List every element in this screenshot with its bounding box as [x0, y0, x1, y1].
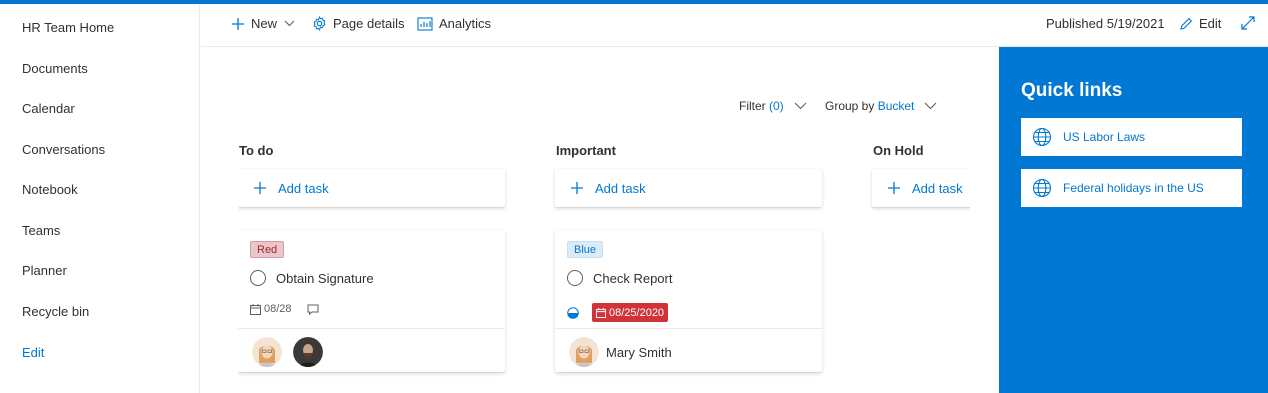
- edit-page-button[interactable]: Edit: [1179, 16, 1221, 31]
- add-task-label: Add task: [912, 180, 963, 196]
- comment-icon: [307, 304, 319, 315]
- in-progress-icon: [567, 306, 579, 319]
- page-details-button[interactable]: Page details: [312, 16, 405, 31]
- globe-icon: [1032, 127, 1052, 147]
- add-task-button[interactable]: Add task: [238, 169, 505, 207]
- plus-icon: [254, 182, 266, 194]
- bucket-title-important: Important: [556, 143, 616, 158]
- command-bar: New Page details Analytics Published 5/1…: [201, 4, 1268, 47]
- add-task-label: Add task: [595, 180, 646, 196]
- pencil-icon: [1180, 17, 1193, 30]
- nav-item-calendar[interactable]: Calendar: [22, 101, 75, 116]
- gear-icon: [313, 16, 326, 31]
- planner-web-part: Filter (0) Group by Bucket To do Importa…: [201, 48, 998, 393]
- plus-icon: [232, 17, 244, 30]
- quick-link-federal-holidays[interactable]: Federal holidays in the US: [1021, 169, 1242, 207]
- quick-link-label: Federal holidays in the US: [1063, 181, 1204, 195]
- nav-item-planner[interactable]: Planner: [22, 263, 67, 278]
- avatar[interactable]: [569, 337, 599, 367]
- calendar-icon: [250, 303, 261, 315]
- nav-item-recycle-bin[interactable]: Recycle bin: [22, 304, 89, 319]
- page-details-label: Page details: [333, 16, 405, 31]
- add-task-button[interactable]: Add task: [872, 169, 970, 207]
- bucket-title-on-hold: On Hold: [873, 143, 924, 158]
- expand-icon: [1241, 16, 1255, 30]
- assignee-name: Mary Smith: [606, 345, 672, 360]
- nav-item-conversations[interactable]: Conversations: [22, 142, 105, 157]
- task-card[interactable]: Blue Check Report 08/25/2020 Mary Smith: [555, 230, 822, 372]
- quick-link-label: US Labor Laws: [1063, 130, 1146, 144]
- add-task-label: Add task: [278, 180, 329, 196]
- nav-edit-link[interactable]: Edit: [22, 345, 44, 360]
- expand-button[interactable]: [1241, 16, 1261, 30]
- analytics-label: Analytics: [439, 16, 492, 31]
- nav-item-documents[interactable]: Documents: [22, 61, 88, 76]
- analytics-icon: [417, 16, 433, 31]
- task-title: Obtain Signature: [276, 271, 374, 286]
- plus-icon: [571, 182, 583, 194]
- nav-item-hr-team-home[interactable]: HR Team Home: [22, 20, 114, 35]
- label-chip-red: Red: [250, 241, 285, 258]
- new-button[interactable]: New: [231, 16, 301, 31]
- label-chip-blue: Blue: [567, 241, 604, 258]
- chevron-down-icon: [284, 20, 295, 27]
- bucket-title-to-do: To do: [239, 143, 274, 158]
- add-task-button[interactable]: Add task: [555, 169, 822, 207]
- site-navigation: HR Team Home Documents Calendar Conversa…: [0, 4, 200, 393]
- task-title: Check Report: [593, 271, 673, 286]
- due-date: 08/25/2020: [609, 306, 665, 319]
- complete-task-checkbox[interactable]: [250, 270, 266, 286]
- task-date: 08/28: [264, 303, 292, 315]
- task-meta: 08/28: [250, 303, 319, 315]
- board: To do Important On Hold Add task Add tas…: [238, 48, 970, 393]
- task-meta: 08/25/2020: [567, 303, 669, 322]
- plus-icon: [888, 182, 900, 194]
- avatar[interactable]: [252, 337, 282, 367]
- avatar[interactable]: [293, 337, 323, 367]
- due-date-badge: 08/25/2020: [592, 303, 669, 322]
- analytics-button[interactable]: Analytics: [417, 16, 491, 31]
- published-status: Published 5/19/2021: [1046, 16, 1165, 31]
- card-divider: [555, 328, 822, 329]
- calendar-icon: [596, 307, 606, 318]
- quick-links-web-part: Quick links US Labor Laws Federal holida…: [999, 47, 1268, 393]
- edit-label: Edit: [1199, 16, 1222, 31]
- quick-links-title: Quick links: [1021, 80, 1123, 101]
- quick-link-us-labor-laws[interactable]: US Labor Laws: [1021, 118, 1242, 156]
- new-label: New: [251, 16, 278, 31]
- complete-task-checkbox[interactable]: [567, 270, 583, 286]
- nav-item-teams[interactable]: Teams: [22, 223, 60, 238]
- nav-item-notebook[interactable]: Notebook: [22, 182, 78, 197]
- card-divider: [238, 328, 505, 329]
- task-card[interactable]: Red Obtain Signature 08/28: [238, 230, 505, 372]
- globe-icon: [1032, 178, 1052, 198]
